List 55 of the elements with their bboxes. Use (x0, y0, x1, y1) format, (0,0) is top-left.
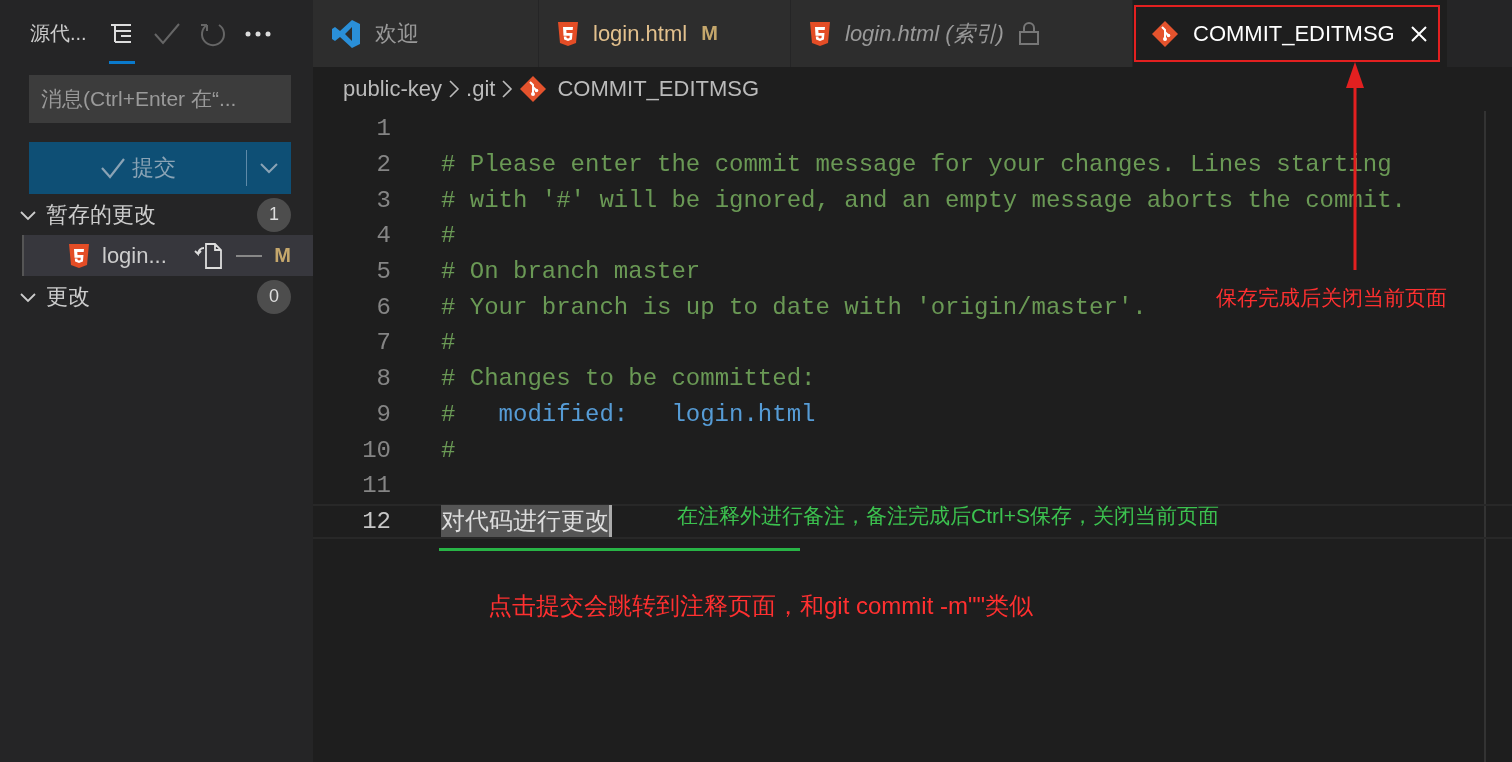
group-label[interactable]: 暂存的更改 (46, 199, 249, 230)
code-text: # Your branch is up to date with 'origin/master'. (441, 293, 1147, 321)
annotation-note: 点击提交会跳转到注释页面，和git commit -m""类似 (488, 591, 1034, 621)
annotation-note: 保存完成后关闭当前页面 (1216, 285, 1447, 311)
git-icon (1151, 19, 1179, 48)
group-label[interactable]: 更改 (46, 281, 249, 312)
line-number: 5 (375, 258, 391, 286)
code-text: # (441, 436, 456, 464)
count-badge: 0 (257, 279, 291, 314)
editor-tab[interactable]: login.html M (539, 0, 791, 67)
line-number: 2 (375, 151, 391, 179)
html5-icon (557, 21, 579, 46)
git-icon (519, 75, 548, 103)
lock-icon (1017, 21, 1040, 46)
editor-tab[interactable]: COMMIT_EDITMSG (1133, 0, 1448, 67)
code-text: modified: (498, 400, 629, 428)
check-icon[interactable] (152, 21, 181, 46)
code-text: # (441, 329, 456, 357)
line-number: 12 (361, 507, 391, 535)
html5-icon (68, 243, 90, 268)
line-number: 6 (375, 293, 391, 321)
open-file-icon[interactable] (194, 241, 225, 270)
line-number: 4 (375, 222, 391, 250)
breadcrumb-item[interactable]: public-key (343, 76, 443, 102)
more-icon[interactable] (244, 30, 271, 37)
editor-tab[interactable]: 欢迎 (313, 0, 539, 67)
editor-tab[interactable]: login.html (索引) (791, 0, 1133, 67)
breadcrumb-item[interactable]: COMMIT_EDITMSG (557, 76, 760, 102)
code-text: # (441, 400, 456, 428)
line-number: 3 (375, 186, 391, 214)
message-field[interactable]: 消息(Ctrl+Enter 在“... (29, 75, 291, 123)
html5-icon (809, 21, 831, 46)
code-text: # (441, 222, 456, 250)
close-icon[interactable] (1408, 23, 1429, 44)
panel-title: 源代... (30, 21, 87, 46)
code-text: 对代码进行更改 (441, 505, 612, 538)
breadcrumb-item[interactable]: .git (466, 76, 496, 102)
vscode-icon (331, 18, 361, 49)
unstage-icon[interactable] (236, 253, 263, 258)
chevron-down-icon (259, 162, 279, 174)
file-item[interactable]: login... M (22, 235, 313, 276)
chevron-right-icon (501, 79, 514, 99)
annotation-note: 在注释外进行备注，备注完成后Ctrl+S保存，关闭当前页面 (677, 503, 1219, 529)
line-number: 10 (361, 436, 391, 464)
code-text: # Changes to be committed: (441, 365, 816, 393)
check-icon (99, 157, 126, 179)
code-text: # On branch master (441, 258, 701, 286)
line-number: 9 (375, 400, 391, 428)
code-text: login.html (671, 400, 816, 428)
count-badge: 1 (257, 197, 291, 232)
chevron-right-icon (448, 79, 461, 99)
line-number: 8 (375, 365, 391, 393)
line-number: 1 (375, 115, 391, 143)
line-number: 11 (361, 472, 391, 500)
line-number: 7 (375, 329, 391, 357)
